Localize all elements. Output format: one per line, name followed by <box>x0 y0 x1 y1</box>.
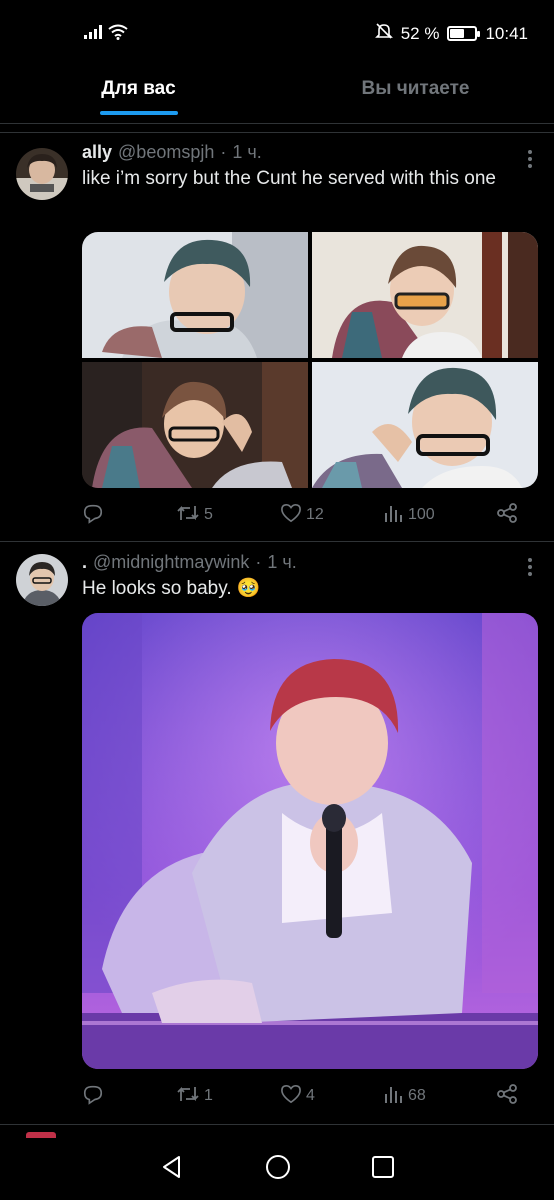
retweet-count: 5 <box>204 506 213 523</box>
like-icon <box>280 503 302 528</box>
clock: 10:41 <box>485 23 528 43</box>
media-photo[interactable] <box>312 232 538 358</box>
battery-fill <box>450 29 464 38</box>
reply-button[interactable] <box>82 502 176 529</box>
signal-icon <box>84 25 102 44</box>
avatar[interactable] <box>16 148 68 200</box>
tab-for-you-label: Для вас <box>101 78 176 99</box>
timestamp[interactable]: 1 ч. <box>267 552 296 573</box>
system-nav-bar <box>0 1138 554 1200</box>
like-count: 4 <box>306 1087 315 1104</box>
views-count: 68 <box>408 1087 426 1104</box>
tweet-header: ally @beomspjh · 1 ч. <box>82 142 538 163</box>
tweet-text: like i’m sorry but the Cunt he served wi… <box>82 168 496 189</box>
back-icon[interactable] <box>159 1154 185 1185</box>
meta-dot: · <box>255 552 262 572</box>
tweet[interactable]: . @midnightmaywink · 1 ч. He looks so ba… <box>0 548 554 1118</box>
status-bar: 52 % 10:41 <box>0 0 554 68</box>
divider <box>0 132 554 133</box>
share-icon <box>496 502 518 529</box>
share-button[interactable] <box>496 1083 518 1110</box>
tweet-text: He looks so baby. 🥹 <box>82 578 261 599</box>
more-icon[interactable] <box>528 558 532 576</box>
divider <box>0 1124 554 1125</box>
mute-icon <box>374 22 393 45</box>
media-photo[interactable] <box>312 362 538 488</box>
battery-text: 52 % <box>400 23 440 43</box>
reply-icon <box>82 502 104 529</box>
tweet-header: . @midnightmaywink · 1 ч. <box>82 552 538 573</box>
meta-dot: · <box>220 142 227 162</box>
like-button[interactable]: 4 <box>280 1084 384 1109</box>
media-photo[interactable] <box>82 613 538 1069</box>
recents-icon[interactable] <box>371 1155 395 1184</box>
active-tab-indicator <box>99 111 178 115</box>
avatar[interactable] <box>16 554 68 606</box>
home-icon[interactable] <box>264 1153 292 1186</box>
views-icon <box>384 503 404 528</box>
media-grid[interactable] <box>82 232 538 488</box>
tweet[interactable]: ally @beomspjh · 1 ч. like i’m sorry but… <box>0 140 554 540</box>
display-name[interactable]: ally <box>82 142 112 163</box>
handle[interactable]: @beomspjh <box>118 142 214 163</box>
retweet-button[interactable]: 5 <box>176 502 280 529</box>
timestamp[interactable]: 1 ч. <box>232 142 261 163</box>
tab-following-label: Вы читаете <box>361 78 470 99</box>
more-icon[interactable] <box>528 150 532 168</box>
timeline-tabs: Для вас Вы читаете <box>0 68 554 124</box>
battery-icon <box>447 26 481 41</box>
retweet-icon <box>176 1083 200 1110</box>
reply-button[interactable] <box>82 1083 176 1110</box>
retweet-count: 1 <box>204 1087 213 1104</box>
tab-for-you[interactable]: Для вас <box>0 68 277 123</box>
display-name[interactable]: . <box>82 552 87 573</box>
share-button[interactable] <box>496 502 518 529</box>
like-button[interactable]: 12 <box>280 503 384 528</box>
like-count: 12 <box>306 506 324 523</box>
tab-following[interactable]: Вы читаете <box>277 68 554 123</box>
retweet-button[interactable]: 1 <box>176 1083 280 1110</box>
media-photo[interactable] <box>82 232 308 358</box>
tweet-actions: 1 4 68 <box>82 1083 536 1109</box>
views-icon <box>384 1084 404 1109</box>
share-icon <box>496 1083 518 1110</box>
wifi-icon <box>108 24 128 45</box>
media-photo[interactable] <box>82 362 308 488</box>
views-button[interactable]: 100 <box>384 503 496 528</box>
handle[interactable]: @midnightmaywink <box>93 552 249 573</box>
divider <box>0 541 554 542</box>
retweet-icon <box>176 502 200 529</box>
tweet-actions: 5 12 100 <box>82 502 536 528</box>
like-icon <box>280 1084 302 1109</box>
views-button[interactable]: 68 <box>384 1084 496 1109</box>
reply-icon <box>82 1083 104 1110</box>
views-count: 100 <box>408 506 435 523</box>
